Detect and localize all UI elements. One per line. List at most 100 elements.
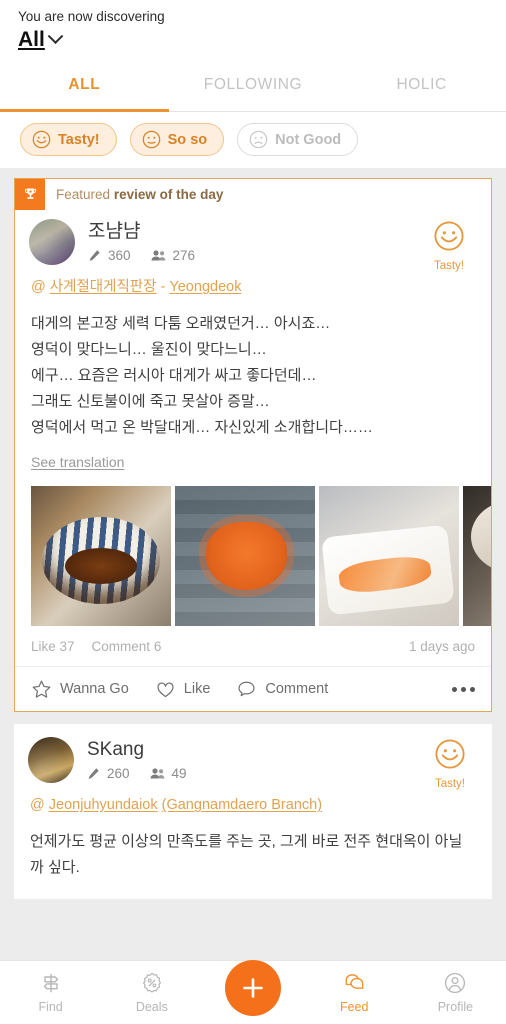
- tab-all[interactable]: ALL: [0, 59, 169, 112]
- featured-ribbon-text: Featured review of the day: [56, 187, 223, 202]
- scope-selector[interactable]: All: [18, 27, 506, 53]
- post-timestamp: 1 days ago: [408, 639, 475, 654]
- nav-label-find: Find: [38, 1000, 63, 1014]
- nav-label-deals: Deals: [135, 1000, 168, 1014]
- photo-strip[interactable]: [31, 486, 491, 626]
- place-branch-link[interactable]: Yeongdeok: [169, 279, 241, 295]
- bottom-nav: Find Deals Feed Profile: [0, 959, 506, 1024]
- trophy-icon: [15, 179, 45, 210]
- wanna-go-label: Wanna Go: [60, 681, 129, 697]
- star-icon: [32, 680, 51, 698]
- place-separator: -: [160, 279, 166, 295]
- signpost-icon: [43, 973, 58, 993]
- like-button[interactable]: Like: [155, 679, 211, 700]
- pencil-icon: [88, 768, 99, 779]
- wanna-go-button[interactable]: Wanna Go: [31, 679, 129, 700]
- status-badge-label: Tasty!: [434, 778, 466, 790]
- more-horizontal-icon[interactable]: [452, 686, 475, 692]
- discover-label: You are now discovering: [18, 9, 165, 24]
- filter-chip-row: Tasty! So so Not Good: [0, 112, 506, 168]
- speech-bubble-icon: [238, 681, 255, 696]
- photo-thumb[interactable]: [319, 486, 459, 626]
- place-name-link[interactable]: 사계절대게직판장: [50, 279, 157, 295]
- like-label: Like: [183, 681, 211, 697]
- percent-badge-icon: [142, 972, 161, 993]
- place-branch-link[interactable]: (Gangnamdaero Branch): [162, 797, 322, 813]
- person-circle-icon: [445, 972, 466, 994]
- header: You are now discovering All: [0, 0, 506, 59]
- tab-following[interactable]: FOLLOWING: [169, 59, 338, 111]
- feed-list[interactable]: Featured review of the day 조냠냠 360 276 T…: [0, 168, 506, 1024]
- followers-count: 49: [171, 766, 187, 781]
- app-screen: You are now discovering All ALL FOLLOWIN…: [0, 0, 506, 1024]
- nav-label-feed: Feed: [339, 1000, 369, 1014]
- post-counters: Like 37 Comment 6 1 days ago: [15, 626, 491, 666]
- see-translation-link[interactable]: See translation: [31, 454, 124, 470]
- avatar[interactable]: [28, 737, 74, 783]
- post-card: SKang 260 49 Tasty! @ Jeonjuhyundaiok (G…: [14, 724, 492, 899]
- status-badge: Tasty!: [423, 220, 475, 272]
- review-text: 언제가도 평균 이상의 만족도를 주는 곳, 그게 바로 전주 현대옥이 아닐까…: [30, 833, 463, 876]
- smiley-neutral-icon: [142, 130, 160, 149]
- tab-bar: ALL FOLLOWING HOLIC: [0, 59, 506, 112]
- post-card-featured: Featured review of the day 조냠냠 360 276 T…: [14, 178, 492, 712]
- reviews-count: 260: [107, 766, 130, 781]
- tab-holic[interactable]: HOLIC: [337, 59, 506, 111]
- place-name-link[interactable]: Jeonjuhyundaiok: [49, 797, 158, 813]
- status-badge-label: Tasty!: [433, 260, 465, 272]
- comment-count[interactable]: Comment 6: [92, 639, 162, 654]
- photo-thumb[interactable]: [463, 486, 491, 626]
- nav-item-profile[interactable]: Profile: [405, 971, 506, 1014]
- people-icon: [150, 768, 164, 779]
- at-symbol: @: [31, 279, 46, 295]
- filter-chip-soso-label: So so: [167, 131, 208, 148]
- filter-chip-tasty-label: Tasty!: [58, 131, 100, 148]
- like-count[interactable]: Like 37: [31, 639, 75, 654]
- chevron-down-icon: [47, 27, 64, 44]
- featured-emphasis: review of the day: [113, 187, 224, 202]
- smiley-happy-icon: [434, 221, 464, 251]
- smiley-sad-icon: [249, 130, 268, 149]
- filter-chip-notgood[interactable]: Not Good: [237, 123, 359, 156]
- people-icon: [151, 250, 165, 261]
- comment-label: Comment: [265, 681, 329, 697]
- reviews-count: 360: [108, 248, 131, 263]
- review-text: 대게의 본고장 세력 다툼 오래였던거… 아시죠… 영덕이 맞다느니… 울진이 …: [31, 315, 373, 436]
- user-name[interactable]: 조냠냠: [88, 220, 195, 244]
- at-symbol: @: [30, 797, 45, 813]
- filter-chip-notgood-label: Not Good: [275, 131, 342, 148]
- nav-item-find[interactable]: Find: [0, 971, 101, 1014]
- smiley-happy-icon: [435, 739, 465, 769]
- heart-icon: [157, 682, 174, 697]
- featured-ribbon: Featured review of the day: [15, 179, 491, 210]
- place-line: @ 사계절대게직판장 - Yeongdeok: [15, 265, 491, 297]
- featured-prefix: Featured: [56, 187, 111, 202]
- filter-chip-tasty[interactable]: Tasty!: [20, 123, 117, 156]
- plus-icon: [243, 977, 263, 998]
- avatar[interactable]: [29, 219, 75, 265]
- user-stats: 360 276: [88, 248, 195, 263]
- photo-thumb[interactable]: [31, 486, 171, 626]
- fab-wrapper: [202, 959, 303, 1024]
- post-user-row: SKang 260 49 Tasty!: [14, 724, 492, 790]
- user-name[interactable]: SKang: [87, 738, 187, 762]
- place-line: @ Jeonjuhyundaiok (Gangnamdaero Branch): [14, 783, 492, 815]
- nav-item-feed[interactable]: Feed: [304, 971, 405, 1014]
- smiley-happy-icon: [32, 130, 51, 149]
- speech-bubbles-icon: [345, 974, 364, 989]
- nav-item-deals[interactable]: Deals: [101, 971, 202, 1014]
- post-user-row: 조냠냠 360 276 Tasty!: [15, 210, 491, 272]
- create-post-fab[interactable]: [225, 959, 281, 1016]
- status-badge: Tasty!: [424, 738, 476, 790]
- filter-chip-soso[interactable]: So so: [129, 123, 225, 156]
- user-stats: 260 49: [87, 766, 187, 781]
- user-meta: 조냠냠 360 276: [88, 219, 195, 263]
- followers-count: 276: [172, 248, 196, 263]
- scope-value: All: [18, 28, 45, 51]
- user-meta: SKang 260 49: [87, 737, 187, 781]
- post-actions: Wanna Go Like Comment: [15, 666, 491, 711]
- photo-thumb[interactable]: [175, 486, 315, 626]
- pencil-icon: [89, 250, 100, 261]
- nav-label-profile: Profile: [437, 1000, 474, 1014]
- comment-button[interactable]: Comment: [236, 679, 328, 700]
